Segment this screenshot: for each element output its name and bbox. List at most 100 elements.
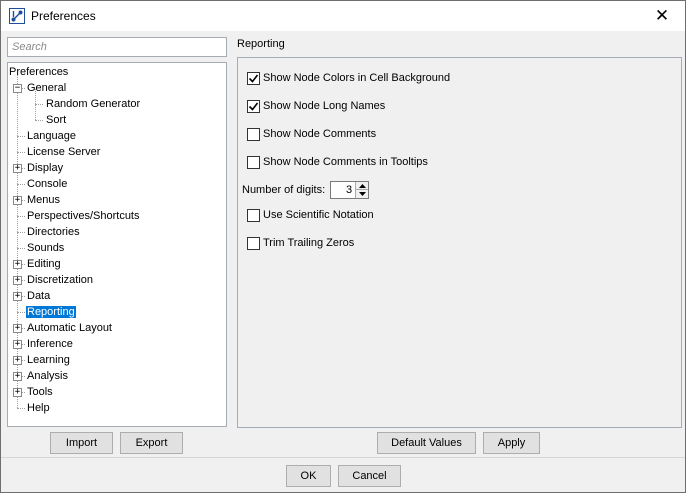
expand-icon[interactable]: + bbox=[13, 260, 22, 269]
search-input[interactable] bbox=[7, 37, 227, 57]
checkbox-show-node-comments[interactable] bbox=[247, 127, 260, 141]
option-show-node-colors-in-cell-background[interactable]: Show Node Colors in Cell Background bbox=[247, 70, 450, 86]
tree-item-data[interactable]: Data bbox=[26, 288, 51, 304]
expand-icon[interactable]: + bbox=[13, 324, 22, 333]
tree-item-general[interactable]: General bbox=[26, 80, 67, 96]
tree-item-label: General bbox=[27, 82, 67, 94]
tree-item-tools[interactable]: Tools bbox=[26, 384, 54, 400]
tree-item-label: Analysis bbox=[27, 370, 68, 382]
expand-icon[interactable]: + bbox=[13, 164, 22, 173]
tree-item-random-generator[interactable]: Random Generator bbox=[45, 96, 141, 112]
tree-item-label: License Server bbox=[27, 146, 101, 158]
tree-item-label: Sort bbox=[46, 114, 67, 126]
tree-connector bbox=[17, 184, 25, 185]
tree-connector bbox=[17, 248, 25, 249]
tree-item-learning[interactable]: Learning bbox=[26, 352, 71, 368]
tree-connector bbox=[35, 120, 43, 121]
tree-item-label: Discretization bbox=[27, 274, 94, 286]
tree-item-directories[interactable]: Directories bbox=[26, 224, 81, 240]
option-label: Show Node Long Names bbox=[263, 100, 386, 112]
expand-icon[interactable]: + bbox=[13, 356, 22, 365]
checkbox-show-node-long-names[interactable] bbox=[247, 99, 260, 113]
tree-item-label: Display bbox=[27, 162, 64, 174]
option-show-node-comments[interactable]: Show Node Comments bbox=[247, 126, 376, 142]
tree-item-label: Tools bbox=[27, 386, 53, 398]
expand-icon[interactable]: + bbox=[13, 340, 22, 349]
preferences-window: Preferences ✕ Preferences −General Random… bbox=[0, 0, 686, 493]
number-of-digits-input[interactable] bbox=[331, 182, 356, 198]
tree-item-discretization[interactable]: Discretization bbox=[26, 272, 94, 288]
option-trim-trailing-zeros[interactable]: Trim Trailing Zeros bbox=[247, 235, 354, 251]
option-show-node-long-names[interactable]: Show Node Long Names bbox=[247, 98, 385, 114]
spinner-down-icon[interactable] bbox=[355, 190, 369, 198]
tree-item-license-server[interactable]: License Server bbox=[26, 144, 101, 160]
section-title: Reporting bbox=[237, 38, 285, 50]
tree-item-help[interactable]: Help bbox=[26, 400, 51, 416]
number-of-digits-row: Number of digits: bbox=[242, 181, 370, 199]
default-values-button[interactable]: Default Values bbox=[377, 432, 476, 454]
expand-icon[interactable]: + bbox=[13, 388, 22, 397]
tree-connector bbox=[17, 152, 25, 153]
tree-item-automatic-layout[interactable]: Automatic Layout bbox=[26, 320, 113, 336]
tree-item-language[interactable]: Language bbox=[26, 128, 77, 144]
tree-item-sounds[interactable]: Sounds bbox=[26, 240, 65, 256]
checkmark-icon bbox=[248, 102, 259, 111]
tree-item-inference[interactable]: Inference bbox=[26, 336, 74, 352]
checkbox-show-node-colors-in-cell-background[interactable] bbox=[247, 71, 260, 85]
close-icon[interactable]: ✕ bbox=[639, 1, 685, 31]
tree-item-label: Editing bbox=[27, 258, 61, 270]
tree-item-display[interactable]: Display bbox=[26, 160, 64, 176]
window-title: Preferences bbox=[31, 9, 96, 23]
checkbox-use-scientific-notation[interactable] bbox=[247, 208, 260, 222]
number-of-digits-spinner[interactable] bbox=[330, 181, 370, 199]
checkbox-trim-trailing-zeros[interactable] bbox=[247, 236, 260, 250]
apply-button[interactable]: Apply bbox=[483, 432, 540, 454]
tree-connector bbox=[17, 312, 25, 313]
option-label: Show Node Comments in Tooltips bbox=[263, 156, 428, 168]
tree-item-label: Language bbox=[27, 130, 76, 142]
tree-item-label: Console bbox=[27, 178, 68, 190]
import-button[interactable]: Import bbox=[50, 432, 113, 454]
tree-item-perspectives-shortcuts[interactable]: Perspectives/Shortcuts bbox=[26, 208, 141, 224]
tree-item-label: Random Generator bbox=[46, 98, 141, 110]
option-label: Show Node Comments bbox=[263, 128, 377, 140]
tree-item-label: Sounds bbox=[27, 242, 65, 254]
expand-icon[interactable]: + bbox=[13, 196, 22, 205]
checkbox-show-node-comments-in-tooltips[interactable] bbox=[247, 155, 260, 169]
option-show-node-comments-in-tooltips[interactable]: Show Node Comments in Tooltips bbox=[247, 154, 428, 170]
tree-item-menus[interactable]: Menus bbox=[26, 192, 61, 208]
tree-connector bbox=[17, 232, 25, 233]
tree-item-label: Automatic Layout bbox=[27, 322, 112, 334]
collapse-icon[interactable]: − bbox=[13, 84, 22, 93]
tree-item-editing[interactable]: Editing bbox=[26, 256, 62, 272]
checkmark-icon bbox=[248, 74, 259, 83]
option-label: Show Node Colors in Cell Background bbox=[263, 72, 451, 84]
tree-item-console[interactable]: Console bbox=[26, 176, 68, 192]
expand-icon[interactable]: + bbox=[13, 292, 22, 301]
tree-item-reporting[interactable]: Reporting bbox=[26, 304, 76, 320]
footer-divider bbox=[1, 457, 685, 458]
tree-connector bbox=[17, 136, 25, 137]
option-label: Trim Trailing Zeros bbox=[263, 237, 355, 249]
tree-item-label: Directories bbox=[27, 226, 80, 238]
app-logo-icon bbox=[9, 8, 25, 24]
expand-icon[interactable]: + bbox=[13, 372, 22, 381]
ok-button[interactable]: OK bbox=[286, 465, 331, 487]
tree-item-label: Inference bbox=[27, 338, 73, 350]
tree-item-analysis[interactable]: Analysis bbox=[26, 368, 69, 384]
tree-connector bbox=[35, 104, 43, 105]
tree-item-label: Help bbox=[27, 402, 50, 414]
export-button[interactable]: Export bbox=[120, 432, 183, 454]
option-use-scientific-notation[interactable]: Use Scientific Notation bbox=[247, 207, 374, 223]
spinner-up-icon[interactable] bbox=[355, 182, 369, 190]
cancel-button[interactable]: Cancel bbox=[338, 465, 401, 487]
preferences-tree: Preferences − General Random Generator Sort… bbox=[7, 62, 227, 427]
tree-connector bbox=[17, 216, 25, 217]
title-bar: Preferences ✕ bbox=[1, 1, 685, 31]
tree-item-sort[interactable]: Sort bbox=[45, 112, 67, 128]
option-label: Use Scientific Notation bbox=[263, 209, 374, 221]
tree-item-label: Perspectives/Shortcuts bbox=[27, 210, 140, 222]
expand-icon[interactable]: + bbox=[13, 276, 22, 285]
tree-item-label: Reporting bbox=[26, 306, 76, 318]
tree-item-label: Menus bbox=[27, 194, 61, 206]
